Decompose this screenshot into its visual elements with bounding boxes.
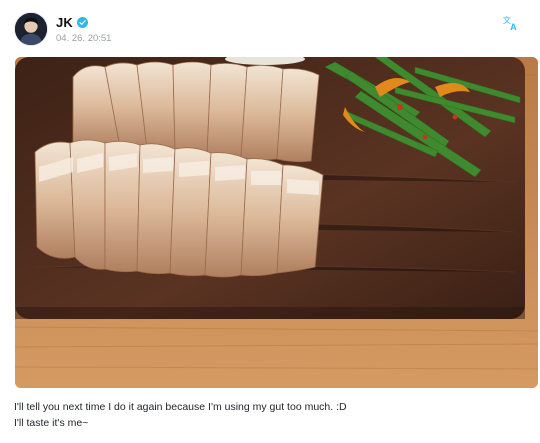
food-photo-image [15,57,538,388]
caption-line-2: I'll taste it's me~ [14,417,89,429]
post-header: JK 04. 26. 20:51 文 A [14,12,526,48]
post-photo[interactable] [15,57,538,388]
author-name[interactable]: JK [56,15,73,30]
svg-text:A: A [510,22,517,32]
post-timestamp: 04. 26. 20:51 [56,33,112,44]
translate-button[interactable]: 文 A [502,14,520,32]
translate-icon: 文 A [503,15,517,32]
post-caption: I'll tell you next time I do it again be… [14,399,526,431]
caption-line-1: I'll tell you next time I do it again be… [14,401,347,413]
avatar[interactable] [14,12,48,46]
verified-badge-icon [76,17,88,28]
author-row: JK [56,15,88,30]
post-card: JK 04. 26. 20:51 文 A I'll tell you next … [0,0,540,443]
